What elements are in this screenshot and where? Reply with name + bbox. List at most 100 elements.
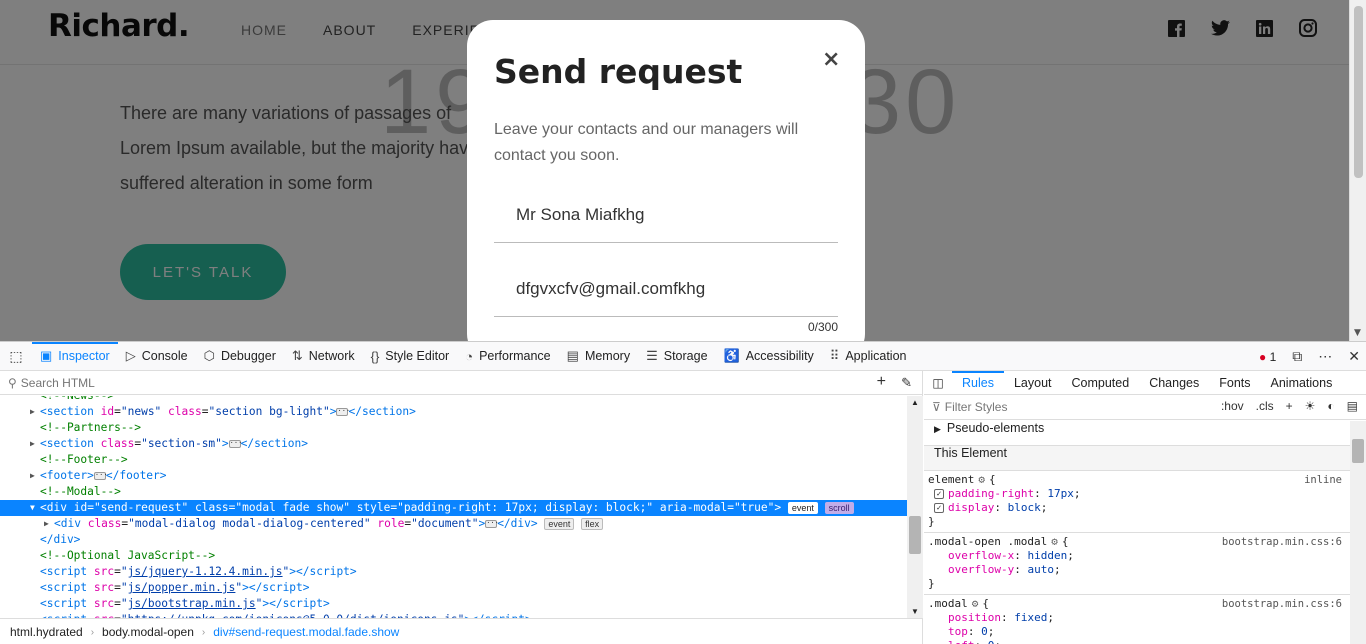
name-field[interactable] — [494, 187, 838, 242]
email-field[interactable] — [494, 261, 838, 316]
close-icon[interactable]: × — [822, 47, 840, 72]
markup-scrollbar[interactable]: ▲ ▼ — [907, 396, 923, 618]
element-picker-icon[interactable]: ⬚ — [0, 348, 32, 365]
collapse-icon[interactable]: ▼ — [30, 500, 35, 516]
eyedropper-icon[interactable]: ✎ — [901, 375, 912, 391]
scroll-down-icon[interactable]: ▼ — [911, 607, 919, 616]
page-scrollbar-thumb[interactable] — [1354, 6, 1363, 178]
css-declaration[interactable]: top: 0; — [928, 625, 1344, 639]
error-count-badge[interactable]: ● 1 — [1259, 350, 1276, 364]
markup-row[interactable]: <!--Optional JavaScript--> — [0, 548, 907, 564]
markup-row[interactable]: </div> — [0, 532, 907, 548]
selected-node-row[interactable]: ▼ <div id="send-request" class="modal fad… — [0, 500, 907, 516]
rules-scrollbar-thumb[interactable] — [1352, 439, 1364, 463]
markup-row[interactable]: ▶ <footer>···</footer> — [0, 468, 907, 484]
markup-scrollbar-thumb[interactable] — [909, 516, 921, 554]
markup-row[interactable]: ▶ <section id="news" class="section bg-li… — [0, 404, 907, 420]
tab-memory[interactable]: ▤ Memory — [559, 342, 638, 371]
rule-selector[interactable]: .modal-open .modal — [928, 535, 1047, 548]
tab-rules[interactable]: Rules — [952, 370, 1004, 395]
tab-network[interactable]: ⇅ Network — [284, 342, 363, 371]
property-name[interactable]: position — [948, 611, 1001, 624]
scroll-down-icon[interactable]: ▼ — [1354, 328, 1361, 338]
breadcrumb-div[interactable]: div#send-request.modal.fade.show — [213, 625, 399, 639]
rule-source[interactable]: bootstrap.min.css:6 — [1222, 536, 1342, 548]
markup-row[interactable]: <!--Partners--> — [0, 420, 907, 436]
gear-icon[interactable]: ⚙ — [972, 597, 979, 610]
rule-source[interactable]: inline — [1304, 474, 1342, 486]
breadcrumb-body[interactable]: body.modal-open — [102, 625, 194, 639]
more-options-icon[interactable]: ⋯ — [1318, 348, 1332, 365]
tab-layout[interactable]: Layout — [1004, 371, 1062, 395]
declaration-checkbox[interactable]: ✓ — [934, 489, 944, 499]
tab-performance[interactable]: ◔ Performance — [457, 342, 558, 371]
search-html-input[interactable] — [20, 375, 621, 390]
property-name[interactable]: display — [948, 501, 994, 514]
tab-style-editor[interactable]: {} Style Editor — [363, 342, 458, 371]
markup-row[interactable]: <!--Footer--> — [0, 452, 907, 468]
expand-icon[interactable]: ▶ — [30, 404, 35, 420]
css-declaration[interactable]: position: fixed; — [928, 611, 1344, 625]
property-value[interactable]: 0 — [988, 639, 995, 644]
gear-icon[interactable]: ⚙ — [978, 473, 985, 486]
pseudo-elements-header[interactable]: ▶ Pseudo-elements — [924, 421, 1350, 446]
rule-selector[interactable]: .modal — [928, 597, 968, 610]
tab-animations[interactable]: Animations — [1261, 371, 1343, 395]
markup-row[interactable]: <!--News--> — [0, 396, 907, 404]
hover-state-toggle[interactable]: :hov — [1221, 399, 1244, 413]
property-value[interactable]: 17px — [1047, 487, 1074, 500]
markup-row[interactable]: ▶ <div class="modal-dialog modal-dialog-c… — [0, 516, 907, 532]
print-media-icon[interactable]: ▤ — [1347, 399, 1358, 413]
filter-styles-input[interactable]: Filter Styles — [945, 400, 1008, 414]
rules-scrollbar[interactable] — [1350, 421, 1366, 644]
tab-changes[interactable]: Changes — [1139, 371, 1209, 395]
expand-icon[interactable]: ▶ — [30, 468, 35, 484]
page-scrollbar[interactable]: ▼ — [1349, 0, 1366, 341]
toggle-pane-icon[interactable]: ◫ — [924, 376, 952, 390]
property-name[interactable]: overflow-x — [948, 549, 1014, 562]
tab-storage[interactable]: ☰ Storage — [638, 342, 715, 371]
tab-console[interactable]: ▷ Console — [118, 342, 196, 371]
breadcrumb-html[interactable]: html.hydrated — [10, 625, 83, 639]
rule-selector[interactable]: element — [928, 473, 974, 486]
add-node-icon[interactable]: + — [877, 373, 886, 391]
css-declaration[interactable]: overflow-x: hidden; — [928, 549, 1344, 563]
property-name[interactable]: top — [948, 625, 968, 638]
rule-source[interactable]: bootstrap.min.css:6 — [1222, 598, 1342, 610]
property-value[interactable]: hidden — [1027, 549, 1067, 562]
close-devtools-icon[interactable]: ✕ — [1348, 348, 1360, 365]
dark-scheme-icon[interactable]: ◐ — [1327, 399, 1334, 413]
property-name[interactable]: overflow-y — [948, 563, 1014, 576]
markup-row[interactable]: <script src="js/jquery-1.12.4.min.js"></… — [0, 564, 907, 580]
markup-row[interactable]: <script src="js/popper.min.js"></script> — [0, 580, 907, 596]
add-rule-icon[interactable]: + — [1286, 399, 1293, 413]
light-scheme-icon[interactable]: ☀ — [1305, 399, 1316, 413]
tab-application[interactable]: ⠿ Application — [822, 342, 915, 371]
dock-icon[interactable]: ⧉ — [1292, 348, 1302, 365]
tab-debugger[interactable]: ⬡ Debugger — [196, 342, 284, 371]
property-name[interactable]: padding-right — [948, 487, 1034, 500]
gear-icon[interactable]: ⚙ — [1051, 535, 1058, 548]
property-name[interactable]: left — [948, 639, 975, 644]
markup-row[interactable]: <script src="js/bootstrap.min.js"></scri… — [0, 596, 907, 612]
tab-accessibility[interactable]: ♿ Accessibility — [716, 342, 822, 371]
expand-icon[interactable]: ▶ — [44, 516, 49, 532]
property-value[interactable]: auto — [1027, 563, 1054, 576]
declaration-checkbox[interactable]: ✓ — [934, 503, 944, 513]
css-rule: element ⚙{inline ✓ padding-right: 17px; ✓ dis… — [924, 471, 1350, 533]
property-value[interactable]: block — [1008, 501, 1041, 514]
tab-inspector[interactable]: ▣ Inspector — [32, 341, 118, 371]
property-value[interactable]: 0 — [981, 625, 988, 638]
markup-row[interactable]: ▶ <section class="section-sm">···</sectio… — [0, 436, 907, 452]
scroll-up-icon[interactable]: ▲ — [911, 398, 919, 407]
css-declaration[interactable]: ✓ display: block; — [928, 501, 1344, 515]
tab-fonts[interactable]: Fonts — [1209, 371, 1260, 395]
css-declaration[interactable]: left: 0; — [928, 639, 1344, 644]
tab-computed[interactable]: Computed — [1062, 371, 1140, 395]
css-declaration[interactable]: ✓ padding-right: 17px; — [928, 487, 1344, 501]
property-value[interactable]: fixed — [1014, 611, 1047, 624]
class-toggle[interactable]: .cls — [1256, 399, 1274, 413]
markup-row[interactable]: <!--Modal--> — [0, 484, 907, 500]
css-declaration[interactable]: overflow-y: auto; — [928, 563, 1344, 577]
expand-icon[interactable]: ▶ — [30, 436, 35, 452]
